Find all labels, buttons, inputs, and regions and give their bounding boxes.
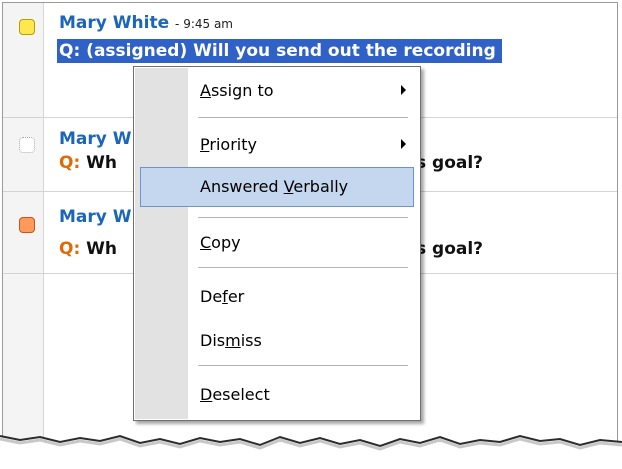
- question-text[interactable]: Q: Wh: [59, 153, 117, 173]
- submenu-arrow-icon: [401, 139, 406, 149]
- menu-item-copy[interactable]: Copy: [200, 233, 241, 252]
- question-prefix: Q:: [59, 239, 81, 259]
- question-text[interactable]: Q: Wh: [59, 239, 117, 259]
- question-text-selected[interactable]: Q: (assigned) Will you send out the reco…: [57, 39, 502, 63]
- menu-separator: [198, 217, 408, 218]
- menu-separator: [198, 117, 408, 118]
- menu-icon-gutter: [135, 68, 188, 419]
- context-menu: Assign to Priority Answered Verbally Cop…: [133, 66, 421, 421]
- question-text-start: Wh: [86, 153, 118, 173]
- priority-flag-icon[interactable]: [19, 19, 35, 35]
- question-text-end: s goal?: [416, 153, 484, 173]
- message-time: - 9:45 am: [175, 17, 233, 31]
- priority-flag-icon[interactable]: [19, 217, 35, 233]
- priority-flag-icon[interactable]: [19, 137, 35, 153]
- menu-item-dismiss[interactable]: Dismiss: [200, 331, 262, 350]
- menu-separator: [198, 267, 408, 268]
- question-prefix: Q:: [59, 41, 81, 61]
- menu-item-defer[interactable]: Defer: [200, 287, 244, 306]
- menu-item-deselect[interactable]: Deselect: [200, 385, 270, 404]
- question-text: (assigned) Will you send out the recordi…: [86, 41, 496, 61]
- message-author: Mary White - 9:45 am: [59, 13, 233, 33]
- menu-item-answered-verbally[interactable]: Answered Verbally: [200, 177, 348, 196]
- menu-item-priority[interactable]: Priority: [200, 135, 257, 154]
- submenu-arrow-icon: [401, 85, 406, 95]
- author-name: Mary White: [59, 13, 170, 33]
- message-author: Mary W: [59, 129, 132, 149]
- question-text-start: Wh: [86, 239, 118, 259]
- torn-edge-decoration: [0, 434, 622, 469]
- menu-item-assign-to[interactable]: Assign to: [200, 81, 274, 100]
- question-prefix: Q:: [59, 153, 81, 173]
- menu-separator: [198, 365, 408, 366]
- message-author: Mary W: [59, 207, 132, 227]
- question-text-end: s goal?: [416, 239, 484, 259]
